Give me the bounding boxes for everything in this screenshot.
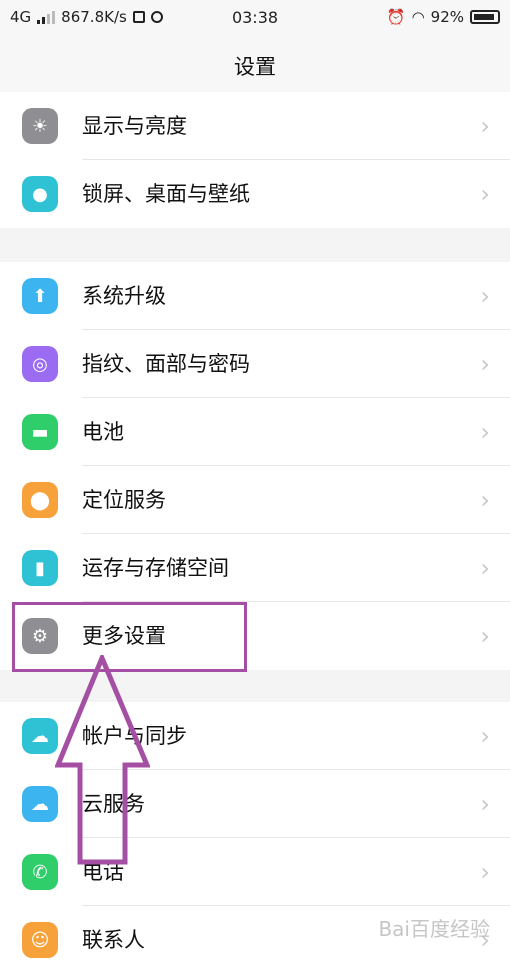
settings-item-system-upgrade[interactable]: ⬆ 系统升级 › xyxy=(0,262,510,330)
settings-item-fingerprint[interactable]: ◎ 指纹、面部与密码 › xyxy=(0,330,510,398)
settings-item-battery[interactable]: ▬ 电池 › xyxy=(0,398,510,466)
settings-item-label: 定位服务 xyxy=(82,488,166,512)
battery-percent: 92% xyxy=(430,8,464,26)
location-icon: ⬤ xyxy=(22,482,58,518)
settings-item-label: 指纹、面部与密码 xyxy=(82,352,250,376)
alarm-icon: ⏰ xyxy=(386,8,406,26)
palette-icon: ● xyxy=(22,176,58,212)
chevron-right-icon: › xyxy=(480,350,490,378)
watermark: Bai百度经验 xyxy=(378,917,490,941)
fingerprint-icon: ◎ xyxy=(22,346,58,382)
settings-group-1: ☀ 显示与亮度 › ● 锁屏、桌面与壁纸 › xyxy=(0,92,510,228)
chevron-right-icon: › xyxy=(480,622,490,650)
chevron-right-icon: › xyxy=(480,858,490,886)
chevron-right-icon: › xyxy=(480,418,490,446)
chevron-right-icon: › xyxy=(480,722,490,750)
status-bar: 4G 867.8K/s 03:38 ⏰ ◠ 92% xyxy=(0,0,510,36)
settings-item-lockscreen[interactable]: ● 锁屏、桌面与壁纸 › xyxy=(0,160,510,228)
chevron-right-icon: › xyxy=(480,112,490,140)
chevron-right-icon: › xyxy=(480,486,490,514)
cloud-icon: ☁ xyxy=(22,786,58,822)
page-title: 设置 xyxy=(0,36,510,99)
storage-icon: ▮ xyxy=(22,550,58,586)
up-arrow-annotation xyxy=(55,655,150,865)
chevron-right-icon: › xyxy=(480,282,490,310)
settings-item-label: 锁屏、桌面与壁纸 xyxy=(82,182,250,206)
contacts-icon: ☺ xyxy=(22,922,58,958)
settings-item-label: 系统升级 xyxy=(82,284,166,308)
settings-item-label: 电池 xyxy=(82,420,124,444)
settings-item-label: 显示与亮度 xyxy=(82,114,187,138)
brightness-icon: ☀ xyxy=(22,108,58,144)
phone-icon: ✆ xyxy=(22,854,58,890)
upgrade-icon: ⬆ xyxy=(22,278,58,314)
chevron-right-icon: › xyxy=(480,180,490,208)
chevron-right-icon: › xyxy=(480,554,490,582)
battery-status-icon xyxy=(470,10,500,24)
wifi-icon: ◠ xyxy=(411,8,425,26)
chevron-right-icon: › xyxy=(480,790,490,818)
settings-item-display[interactable]: ☀ 显示与亮度 › xyxy=(0,92,510,160)
settings-item-label: 运存与存储空间 xyxy=(82,556,229,580)
settings-item-label: 联系人 xyxy=(82,928,145,952)
settings-item-location[interactable]: ⬤ 定位服务 › xyxy=(0,466,510,534)
settings-item-storage[interactable]: ▮ 运存与存储空间 › xyxy=(0,534,510,602)
battery-icon: ▬ xyxy=(22,414,58,450)
account-sync-icon: ☁ xyxy=(22,718,58,754)
